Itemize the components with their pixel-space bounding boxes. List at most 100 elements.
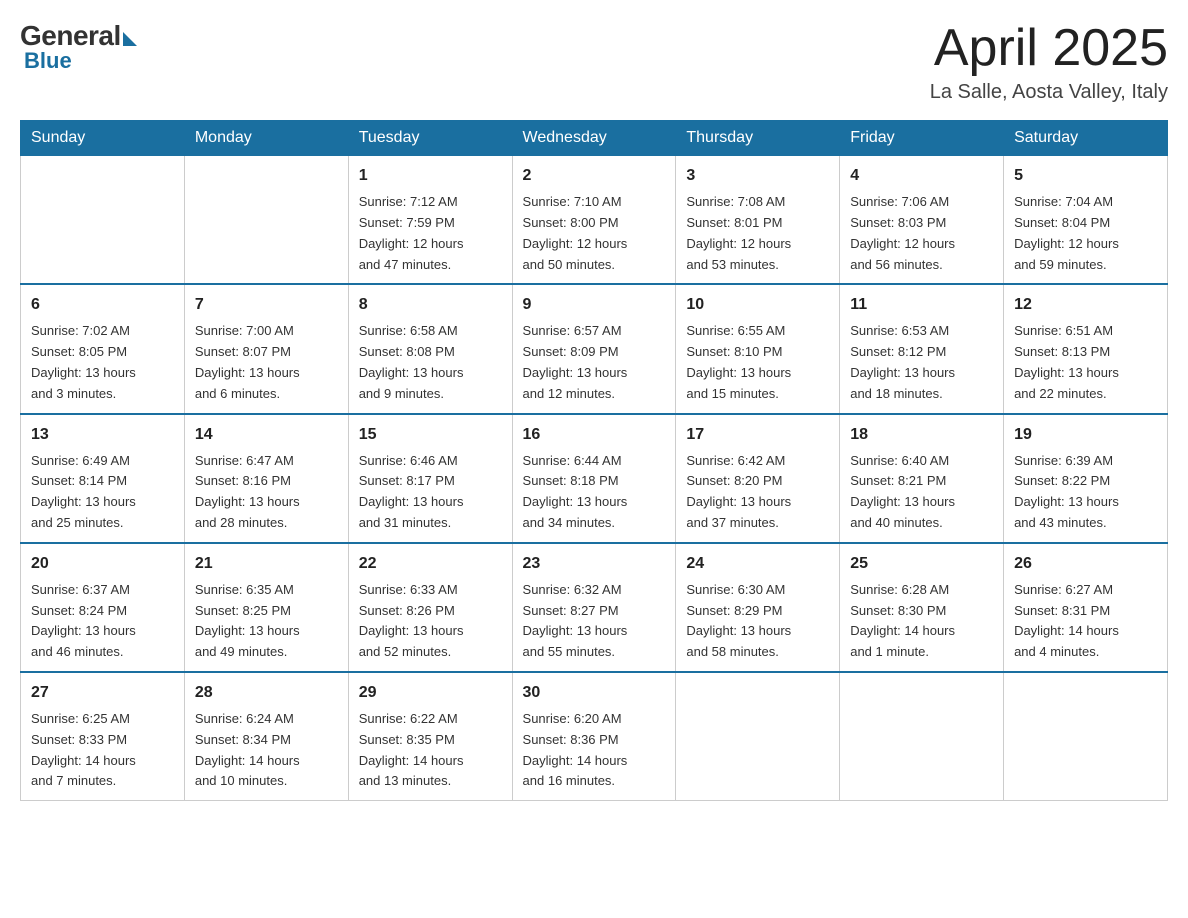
day-info: Sunrise: 6:47 AM Sunset: 8:16 PM Dayligh… <box>195 451 338 534</box>
day-number: 26 <box>1014 552 1157 576</box>
logo-blue-text: Blue <box>24 48 72 74</box>
calendar-cell: 25Sunrise: 6:28 AM Sunset: 8:30 PM Dayli… <box>840 543 1004 672</box>
calendar-cell <box>184 156 348 285</box>
day-number: 4 <box>850 164 993 188</box>
day-number: 20 <box>31 552 174 576</box>
day-info: Sunrise: 6:22 AM Sunset: 8:35 PM Dayligh… <box>359 709 502 792</box>
logo: General Blue <box>20 20 137 74</box>
day-number: 18 <box>850 423 993 447</box>
day-number: 6 <box>31 293 174 317</box>
header-monday: Monday <box>184 121 348 156</box>
calendar-cell: 18 Sunrise: 6:40 AM Sunset: 8:21 PM Dayli… <box>840 414 1004 543</box>
calendar-cell: 27 Sunrise: 6:25 AM Sunset: 8:33 PM Dayli… <box>21 672 185 801</box>
day-info: Sunrise: 6:57 AM Sunset: 8:09 PM Dayligh… <box>523 321 666 404</box>
calendar-cell: 14 Sunrise: 6:47 AM Sunset: 8:16 PM Dayli… <box>184 414 348 543</box>
day-number: 16 <box>523 423 666 447</box>
week-row-2: 6 Sunrise: 7:02 AM Sunset: 8:05 PM Daylig… <box>21 284 1168 413</box>
calendar-cell <box>1004 672 1168 801</box>
calendar-cell: 17 Sunrise: 6:42 AM Sunset: 8:20 PM Dayli… <box>676 414 840 543</box>
calendar-cell: 10 Sunrise: 6:55 AM Sunset: 8:10 PM Dayli… <box>676 284 840 413</box>
day-info: Sunrise: 6:39 AM Sunset: 8:22 PM Dayligh… <box>1014 451 1157 534</box>
day-info: Sunrise: 7:08 AM Sunset: 8:01 PM Dayligh… <box>686 192 829 275</box>
calendar-cell: 7Sunrise: 7:00 AM Sunset: 8:07 PM Daylig… <box>184 284 348 413</box>
calendar-cell: 13 Sunrise: 6:49 AM Sunset: 8:14 PM Dayli… <box>21 414 185 543</box>
day-number: 30 <box>523 681 666 705</box>
day-info: Sunrise: 6:58 AM Sunset: 8:08 PM Dayligh… <box>359 321 502 404</box>
header-tuesday: Tuesday <box>348 121 512 156</box>
calendar-cell: 6 Sunrise: 7:02 AM Sunset: 8:05 PM Daylig… <box>21 284 185 413</box>
day-number: 1 <box>359 164 502 188</box>
day-number: 5 <box>1014 164 1157 188</box>
day-info: Sunrise: 6:42 AM Sunset: 8:20 PM Dayligh… <box>686 451 829 534</box>
day-info: Sunrise: 6:25 AM Sunset: 8:33 PM Dayligh… <box>31 709 174 792</box>
calendar-cell: 23Sunrise: 6:32 AM Sunset: 8:27 PM Dayli… <box>512 543 676 672</box>
day-info: Sunrise: 6:30 AM Sunset: 8:29 PM Dayligh… <box>686 580 829 663</box>
calendar-cell: 3 Sunrise: 7:08 AM Sunset: 8:01 PM Daylig… <box>676 156 840 285</box>
day-info: Sunrise: 7:10 AM Sunset: 8:00 PM Dayligh… <box>523 192 666 275</box>
calendar-cell: 22 Sunrise: 6:33 AM Sunset: 8:26 PM Dayli… <box>348 543 512 672</box>
day-info: Sunrise: 6:35 AM Sunset: 8:25 PM Dayligh… <box>195 580 338 663</box>
header-thursday: Thursday <box>676 121 840 156</box>
day-number: 21 <box>195 552 338 576</box>
calendar-cell: 4 Sunrise: 7:06 AM Sunset: 8:03 PM Daylig… <box>840 156 1004 285</box>
day-number: 13 <box>31 423 174 447</box>
day-number: 10 <box>686 293 829 317</box>
day-number: 27 <box>31 681 174 705</box>
day-info: Sunrise: 6:37 AM Sunset: 8:24 PM Dayligh… <box>31 580 174 663</box>
calendar-cell: 28 Sunrise: 6:24 AM Sunset: 8:34 PM Dayli… <box>184 672 348 801</box>
calendar-cell: 21 Sunrise: 6:35 AM Sunset: 8:25 PM Dayli… <box>184 543 348 672</box>
calendar-cell: 5 Sunrise: 7:04 AM Sunset: 8:04 PM Daylig… <box>1004 156 1168 285</box>
header-wednesday: Wednesday <box>512 121 676 156</box>
day-info: Sunrise: 6:51 AM Sunset: 8:13 PM Dayligh… <box>1014 321 1157 404</box>
day-info: Sunrise: 6:53 AM Sunset: 8:12 PM Dayligh… <box>850 321 993 404</box>
week-row-5: 27 Sunrise: 6:25 AM Sunset: 8:33 PM Dayli… <box>21 672 1168 801</box>
day-number: 8 <box>359 293 502 317</box>
calendar-table: SundayMondayTuesdayWednesdayThursdayFrid… <box>20 120 1168 801</box>
day-info: Sunrise: 6:55 AM Sunset: 8:10 PM Dayligh… <box>686 321 829 404</box>
day-info: Sunrise: 6:24 AM Sunset: 8:34 PM Dayligh… <box>195 709 338 792</box>
calendar-cell <box>21 156 185 285</box>
calendar-cell: 15Sunrise: 6:46 AM Sunset: 8:17 PM Dayli… <box>348 414 512 543</box>
calendar-cell: 30 Sunrise: 6:20 AM Sunset: 8:36 PM Dayli… <box>512 672 676 801</box>
calendar-cell: 19 Sunrise: 6:39 AM Sunset: 8:22 PM Dayli… <box>1004 414 1168 543</box>
day-info: Sunrise: 7:00 AM Sunset: 8:07 PM Dayligh… <box>195 321 338 404</box>
day-info: Sunrise: 6:20 AM Sunset: 8:36 PM Dayligh… <box>523 709 666 792</box>
header-sunday: Sunday <box>21 121 185 156</box>
calendar-cell: 26Sunrise: 6:27 AM Sunset: 8:31 PM Dayli… <box>1004 543 1168 672</box>
calendar-cell: 24Sunrise: 6:30 AM Sunset: 8:29 PM Dayli… <box>676 543 840 672</box>
day-number: 14 <box>195 423 338 447</box>
day-number: 19 <box>1014 423 1157 447</box>
calendar-cell: 20 Sunrise: 6:37 AM Sunset: 8:24 PM Dayli… <box>21 543 185 672</box>
day-info: Sunrise: 6:33 AM Sunset: 8:26 PM Dayligh… <box>359 580 502 663</box>
calendar-cell: 29Sunrise: 6:22 AM Sunset: 8:35 PM Dayli… <box>348 672 512 801</box>
day-number: 22 <box>359 552 502 576</box>
day-info: Sunrise: 7:02 AM Sunset: 8:05 PM Dayligh… <box>31 321 174 404</box>
day-info: Sunrise: 6:46 AM Sunset: 8:17 PM Dayligh… <box>359 451 502 534</box>
day-info: Sunrise: 7:04 AM Sunset: 8:04 PM Dayligh… <box>1014 192 1157 275</box>
day-info: Sunrise: 7:06 AM Sunset: 8:03 PM Dayligh… <box>850 192 993 275</box>
calendar-cell <box>840 672 1004 801</box>
week-row-3: 13 Sunrise: 6:49 AM Sunset: 8:14 PM Dayli… <box>21 414 1168 543</box>
day-number: 28 <box>195 681 338 705</box>
header-saturday: Saturday <box>1004 121 1168 156</box>
day-number: 12 <box>1014 293 1157 317</box>
day-info: Sunrise: 6:49 AM Sunset: 8:14 PM Dayligh… <box>31 451 174 534</box>
calendar-cell: 11Sunrise: 6:53 AM Sunset: 8:12 PM Dayli… <box>840 284 1004 413</box>
day-number: 2 <box>523 164 666 188</box>
title-block: April 2025 La Salle, Aosta Valley, Italy <box>930 20 1168 104</box>
calendar-cell: 8 Sunrise: 6:58 AM Sunset: 8:08 PM Daylig… <box>348 284 512 413</box>
calendar-cell: 2 Sunrise: 7:10 AM Sunset: 8:00 PM Daylig… <box>512 156 676 285</box>
day-info: Sunrise: 6:40 AM Sunset: 8:21 PM Dayligh… <box>850 451 993 534</box>
month-year-title: April 2025 <box>930 20 1168 77</box>
day-info: Sunrise: 7:12 AM Sunset: 7:59 PM Dayligh… <box>359 192 502 275</box>
week-row-1: 1 Sunrise: 7:12 AM Sunset: 7:59 PM Daylig… <box>21 156 1168 285</box>
day-number: 3 <box>686 164 829 188</box>
day-info: Sunrise: 6:44 AM Sunset: 8:18 PM Dayligh… <box>523 451 666 534</box>
calendar-cell: 16 Sunrise: 6:44 AM Sunset: 8:18 PM Dayli… <box>512 414 676 543</box>
day-number: 9 <box>523 293 666 317</box>
day-info: Sunrise: 6:32 AM Sunset: 8:27 PM Dayligh… <box>523 580 666 663</box>
header-friday: Friday <box>840 121 1004 156</box>
day-number: 17 <box>686 423 829 447</box>
calendar-cell: 12 Sunrise: 6:51 AM Sunset: 8:13 PM Dayli… <box>1004 284 1168 413</box>
location-subtitle: La Salle, Aosta Valley, Italy <box>930 81 1168 104</box>
